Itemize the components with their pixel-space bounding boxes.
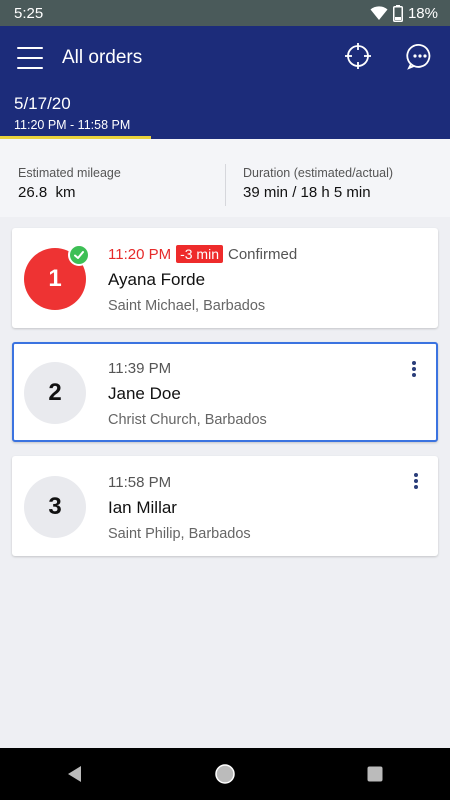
kebab-menu-icon[interactable] <box>406 470 426 492</box>
mileage-stat: Estimated mileage 26.8 km <box>18 166 121 201</box>
customer-name: Jane Doe <box>108 384 181 403</box>
status-icons: 18% <box>370 4 438 22</box>
chat-more-icon <box>406 44 431 70</box>
order-card[interactable]: 1 11:20 PM -3 min Confirmed Ayana Forde … <box>12 228 438 328</box>
system-nav-bar <box>0 748 450 800</box>
order-timing: 11:39 PM <box>108 358 267 378</box>
page-title: All orders <box>62 47 143 68</box>
customer-name: Ayana Forde <box>108 270 206 289</box>
date-tab[interactable]: 5/17/20 11:20 PM - 11:58 PM <box>14 94 130 132</box>
order-time: 11:39 PM <box>108 359 172 377</box>
order-status: Confirmed <box>228 245 298 263</box>
customer-name: Ian Millar <box>108 498 177 517</box>
locate-button[interactable] <box>344 42 372 70</box>
order-details: 11:39 PM Jane Doe Christ Church, Barbado… <box>108 358 267 429</box>
customer-address: Saint Michael, Barbados <box>108 298 266 314</box>
customer-address: Christ Church, Barbados <box>108 412 267 428</box>
duration-value: 39 min / 18 h 5 min <box>243 184 371 201</box>
order-card[interactable]: 3 11:58 PM Ian Millar Saint Philip, Barb… <box>12 456 438 556</box>
order-number-badge: 3 <box>24 476 86 538</box>
more-options-button[interactable] <box>406 42 434 70</box>
home-button[interactable] <box>210 759 240 789</box>
wifi-icon <box>370 6 388 20</box>
menu-icon-line <box>17 57 43 59</box>
order-number: 3 <box>48 493 62 520</box>
battery-icon <box>392 4 403 22</box>
route-date: 5/17/20 <box>14 94 71 113</box>
duration-label: Duration (estimated/actual) <box>243 166 394 180</box>
kebab-menu-icon[interactable] <box>404 358 424 380</box>
home-icon <box>215 764 235 784</box>
menu-icon-line <box>17 47 43 49</box>
crosshair-icon <box>345 43 371 69</box>
order-card[interactable]: 2 11:39 PM Jane Doe Christ Church, Barba… <box>12 342 438 442</box>
delay-badge: -3 min <box>176 245 223 263</box>
stats-divider <box>225 164 226 206</box>
check-icon <box>68 244 90 266</box>
route-time-range: 11:20 PM - 11:58 PM <box>14 118 131 132</box>
customer-address: Saint Philip, Barbados <box>108 526 251 542</box>
status-bar: 5:25 18% <box>0 0 450 26</box>
back-button[interactable] <box>60 759 90 789</box>
menu-icon-line <box>17 67 43 69</box>
route-stats: Estimated mileage 26.8 km Duration (esti… <box>0 139 450 217</box>
order-time: 11:58 PM <box>108 473 172 491</box>
app-bar: All orders 5/17/20 11:20 PM - 11:58 PM <box>0 26 450 139</box>
order-number-badge: 2 <box>24 362 86 424</box>
order-details: 11:20 PM -3 min Confirmed Ayana Forde Sa… <box>108 244 297 314</box>
recents-icon <box>367 766 383 782</box>
status-time: 5:25 <box>14 4 44 22</box>
order-timing: 11:58 PM <box>108 472 251 492</box>
order-details: 11:58 PM Ian Millar Saint Philip, Barbad… <box>108 472 251 543</box>
order-time: 11:20 PM <box>108 245 172 263</box>
order-number: 1 <box>48 265 62 292</box>
order-number: 2 <box>48 379 62 406</box>
order-timing: 11:20 PM -3 min Confirmed <box>108 244 297 264</box>
menu-button[interactable] <box>16 44 44 72</box>
recents-button[interactable] <box>360 759 390 789</box>
back-icon <box>68 766 81 782</box>
mileage-label: Estimated mileage <box>18 166 121 180</box>
mileage-value: 26.8 km <box>18 184 76 201</box>
duration-stat: Duration (estimated/actual) 39 min / 18 … <box>243 166 393 201</box>
order-number-badge: 1 <box>24 244 90 310</box>
battery-percent: 18% <box>407 4 438 22</box>
